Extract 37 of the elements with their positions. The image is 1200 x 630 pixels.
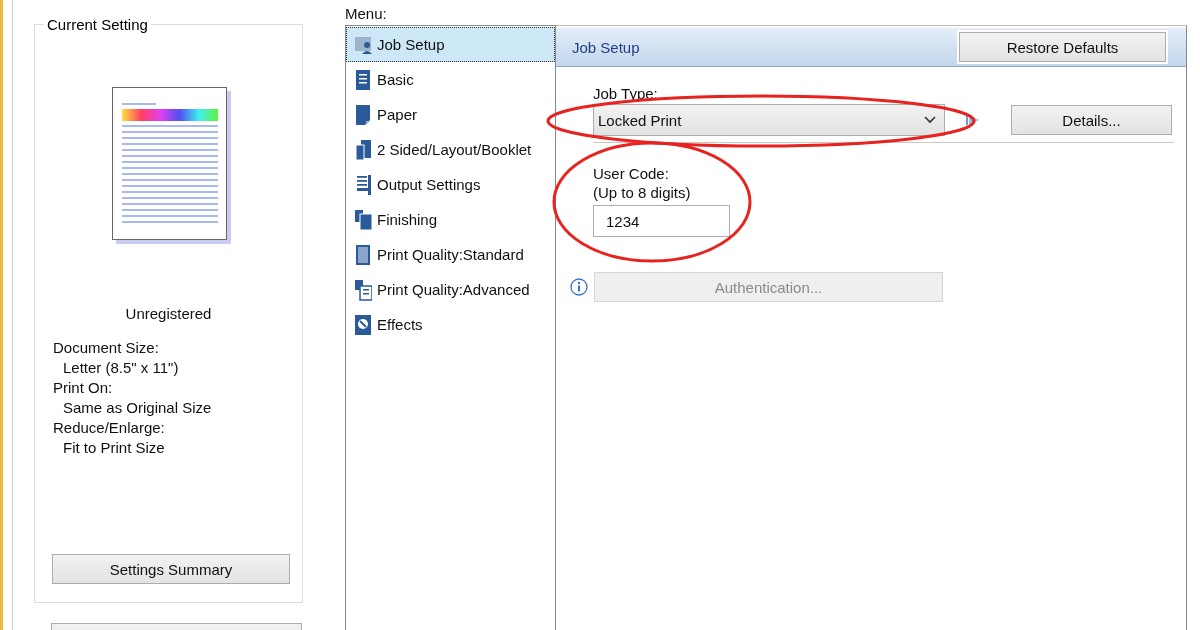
paper-icon	[354, 103, 372, 126]
menu-item[interactable]: Basic	[346, 62, 555, 97]
arrow-icon	[966, 114, 980, 126]
job-type-dropdown[interactable]: Locked Print	[593, 104, 945, 136]
page-list-icon	[354, 278, 372, 301]
menu-item[interactable]: Finishing	[346, 202, 555, 237]
finishing-icon	[354, 208, 372, 231]
menu-item[interactable]: Print Quality:Standard	[346, 237, 555, 272]
menu-item[interactable]: Effects	[346, 307, 555, 342]
menu-label: Menu:	[345, 5, 388, 24]
field-hint: (Up to 8 digits)	[593, 183, 692, 202]
setting-label: Document Size:	[53, 338, 160, 358]
menu-item[interactable]: Print Quality:Advanced	[346, 272, 555, 307]
document-icon	[354, 68, 372, 91]
restore-defaults-button[interactable]: Restore Defaults	[959, 32, 1166, 62]
info-icon	[570, 278, 588, 296]
dotted-page-icon	[354, 243, 372, 266]
setting-label: Reduce/Enlarge:	[53, 418, 166, 438]
chevron-down-icon	[924, 116, 936, 124]
registration-status: Unregistered	[124, 304, 213, 324]
menu-item[interactable]: 2 Sided/Layout/Booklet	[346, 132, 555, 167]
output-tray-icon	[354, 173, 372, 196]
settings-summary-button[interactable]: Settings Summary	[52, 554, 290, 584]
booklet-icon	[354, 138, 372, 161]
menu-item[interactable]: Output Settings	[346, 167, 555, 202]
setting-value: Same as Original Size	[62, 398, 213, 418]
field-label: User Code:	[593, 164, 670, 183]
setting-label: Print On:	[53, 378, 114, 398]
panel-title: Job Setup	[572, 38, 640, 56]
setting-value: Fit to Print Size	[62, 438, 166, 458]
no-sign-page-icon	[354, 313, 372, 336]
user-code-field[interactable]: 1234	[593, 205, 730, 237]
setting-value: Letter (8.5" x 11")	[62, 358, 180, 378]
details-button[interactable]: Details...	[1011, 105, 1172, 135]
group-box-title: Current Setting	[44, 16, 151, 33]
menu-item[interactable]: Paper	[346, 97, 555, 132]
menu-item[interactable]: Job Setup	[346, 27, 555, 62]
